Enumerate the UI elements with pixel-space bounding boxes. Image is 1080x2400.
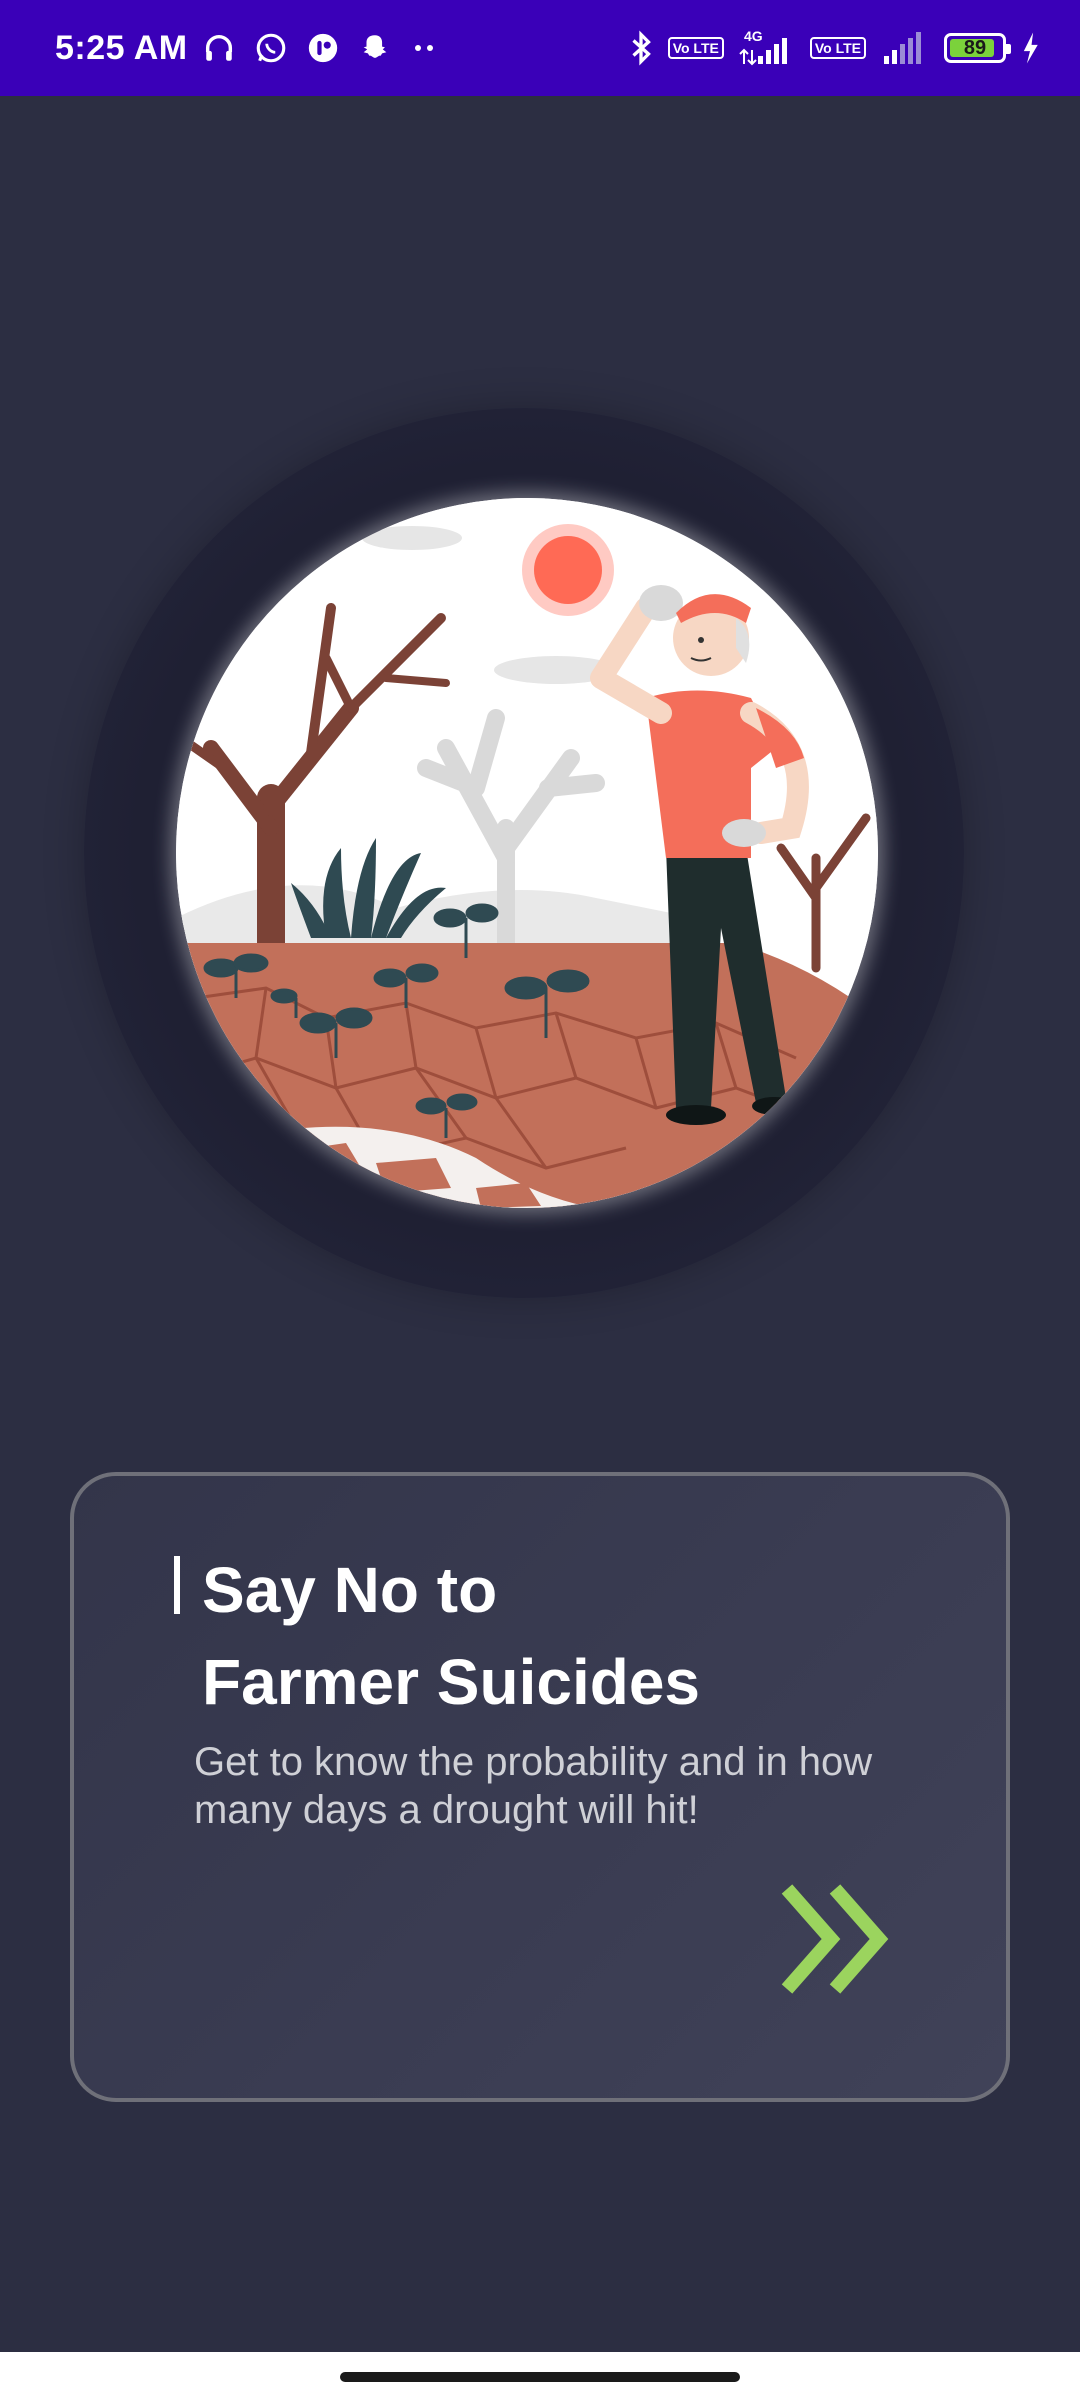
home-indicator[interactable] [340,2372,740,2382]
double-chevron-right-icon [781,1884,889,1994]
svg-text:4G: 4G [744,28,763,44]
system-icons: Vo LTE 4G Vo LTE 89 [628,28,1040,68]
bluetooth-icon [628,30,654,66]
snapchat-icon [358,31,392,65]
status-time: 5:25 AM [55,28,188,67]
status-bar: 5:25 AM Vo LTE 4G Vo LTE 89 [0,0,1080,96]
card-subtitle: Get to know the probability and in how m… [194,1740,873,1832]
signal-4g-icon: 4G [738,28,796,68]
notification-icons [202,31,440,65]
intro-card: Say No to Farmer Suicides Get to know th… [70,1472,1010,2102]
card-title: Say No to Farmer Suicides [202,1544,700,1728]
card-title-line2: Farmer Suicides [202,1646,700,1718]
drought-farmer-illustration [176,498,878,1208]
charging-icon [1020,31,1040,65]
next-button[interactable] [774,1874,904,2004]
volte-icon-2: Vo LTE [809,37,866,59]
headphones-icon [202,31,236,65]
whatsapp-icon [254,31,288,65]
app-notification-icon [306,31,340,65]
signal-icon [880,30,930,66]
card-title-line1: Say No to [202,1554,498,1626]
battery-icon: 89 [944,33,1011,63]
text-cursor-bar [174,1556,180,1614]
battery-percent: 89 [963,36,987,59]
more-dots-icon [410,38,440,58]
onboarding-screen: 5:25 AM Vo LTE 4G Vo LTE 89 Say No to Fa… [0,0,1080,2400]
volte-icon: Vo LTE [667,37,724,59]
